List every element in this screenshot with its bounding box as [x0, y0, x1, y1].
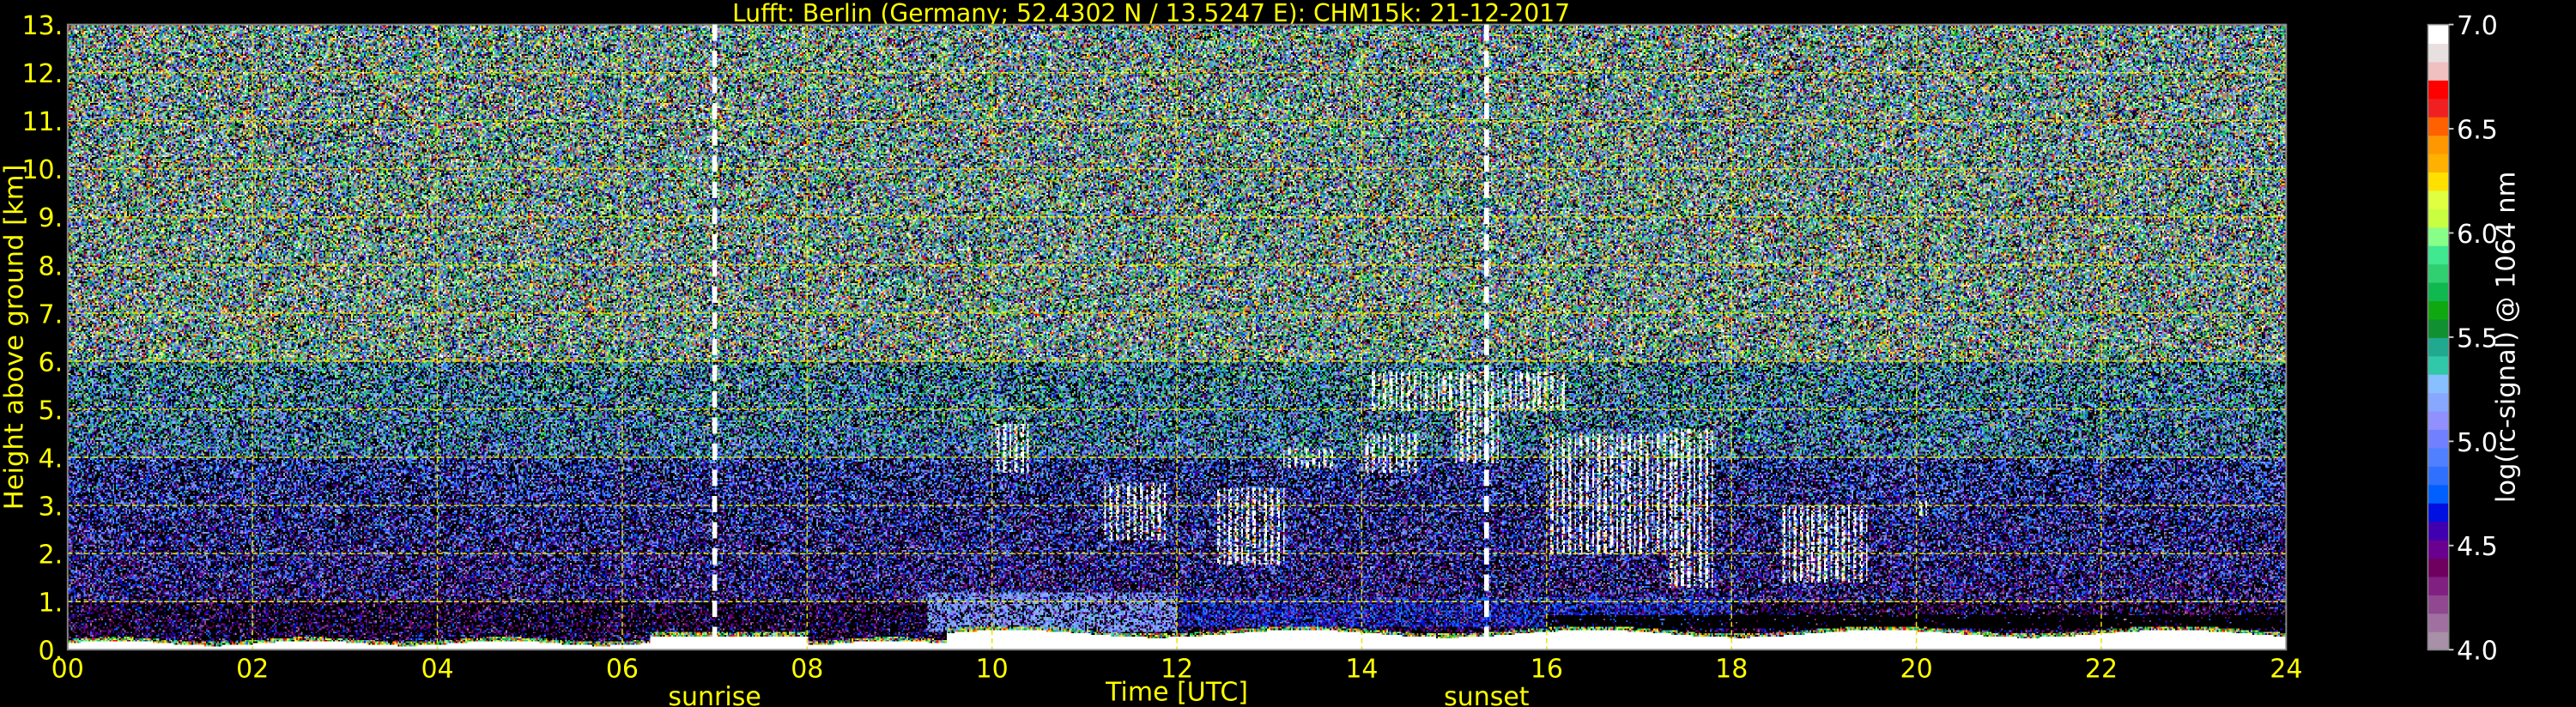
x-tick-label: 02	[236, 654, 269, 684]
y-tick-label: 7.	[39, 299, 64, 329]
sunrise-label: sunrise	[668, 682, 761, 707]
y-tick-label: 10.	[21, 155, 63, 185]
colorbar-segment	[2428, 135, 2449, 154]
colorbar-segment	[2428, 447, 2449, 467]
colorbar-segment	[2428, 227, 2449, 246]
colorbar-segment	[2428, 79, 2449, 100]
plot-axes: Lufft: Berlin (Germany; 52.4302 N / 13.5…	[0, 0, 2522, 707]
colorbar-segment	[2428, 631, 2449, 651]
x-tick-label: 24	[2270, 654, 2302, 684]
colorbar-segment	[2428, 539, 2449, 559]
x-tick-label: 12	[1161, 654, 1193, 684]
colorbar-segment	[2428, 373, 2449, 394]
sunset-label: sunset	[1444, 682, 1530, 707]
y-tick-label: 8.	[39, 251, 64, 281]
colorbar-segment	[2428, 208, 2449, 228]
colorbar-segment	[2428, 336, 2449, 357]
colorbar-segment	[2428, 190, 2449, 209]
colorbar-segment	[2428, 613, 2449, 632]
colorbar-segment	[2428, 263, 2449, 283]
colorbar-segment	[2428, 392, 2449, 412]
y-tick-label: 5.	[39, 396, 64, 426]
colorbar-tick-label: 4.0	[2457, 636, 2498, 666]
x-tick-label: 08	[791, 654, 823, 684]
y-tick-label: 2.	[39, 540, 64, 570]
colorbar-segment	[2428, 318, 2449, 338]
colorbar-segment	[2428, 61, 2449, 81]
x-tick-label: 06	[606, 654, 639, 684]
colorbar-segment	[2428, 98, 2449, 118]
x-tick-label: 22	[2085, 654, 2118, 684]
y-tick-label: 9.	[39, 203, 64, 233]
chart-title: Lufft: Berlin (Germany; 52.4302 N / 13.5…	[732, 0, 1570, 27]
x-tick-label: 20	[1900, 654, 1933, 684]
colorbar-segment	[2428, 502, 2449, 523]
y-tick-label: 6.	[39, 347, 64, 378]
x-tick-label: 04	[421, 654, 453, 684]
colorbar-segment	[2428, 594, 2449, 614]
colorbar-segment	[2428, 355, 2449, 375]
colorbar-segment	[2428, 576, 2449, 595]
y-axis-label: Height above ground [km]	[0, 165, 29, 511]
y-tick-label: 0.	[39, 636, 64, 666]
colorbar-segment	[2428, 116, 2449, 136]
y-tick-label: 11.	[21, 107, 63, 137]
colorbar-segment	[2428, 24, 2449, 44]
y-tick-label: 1.	[39, 588, 64, 618]
colorbar-segment	[2428, 484, 2449, 504]
colorbar-segment	[2428, 410, 2449, 431]
y-tick-label: 3.	[39, 492, 64, 522]
x-tick-label: 16	[1530, 654, 1563, 684]
colorbar-segment	[2428, 300, 2449, 320]
colorbar-segment	[2428, 43, 2449, 63]
y-tick-label: 12.	[21, 59, 63, 89]
colorbar-segment	[2428, 429, 2449, 449]
colorbar-tick-label: 4.5	[2457, 532, 2498, 562]
x-tick-label: 18	[1715, 654, 1748, 684]
colorbar-tick-label: 6.5	[2457, 115, 2498, 145]
ceilometer-figure: Lufft: Berlin (Germany; 52.4302 N / 13.5…	[0, 0, 2576, 707]
x-tick-label: 14	[1345, 654, 1378, 684]
colorbar-segment	[2428, 521, 2449, 541]
y-tick-label: 13.	[21, 11, 63, 41]
colorbar-segment	[2428, 245, 2449, 265]
colorbar-segment	[2428, 172, 2449, 191]
y-tick-label: 4.	[39, 444, 64, 474]
colorbar-tick-label: 7.0	[2457, 11, 2498, 41]
x-tick-label: 10	[976, 654, 1009, 684]
colorbar-segment	[2428, 153, 2449, 173]
colorbar-label: log(rc-signal) @ 1064 nm	[2492, 172, 2522, 503]
colorbar-segment	[2428, 465, 2449, 486]
colorbar-segment	[2428, 281, 2449, 302]
colorbar-segment	[2428, 558, 2449, 577]
